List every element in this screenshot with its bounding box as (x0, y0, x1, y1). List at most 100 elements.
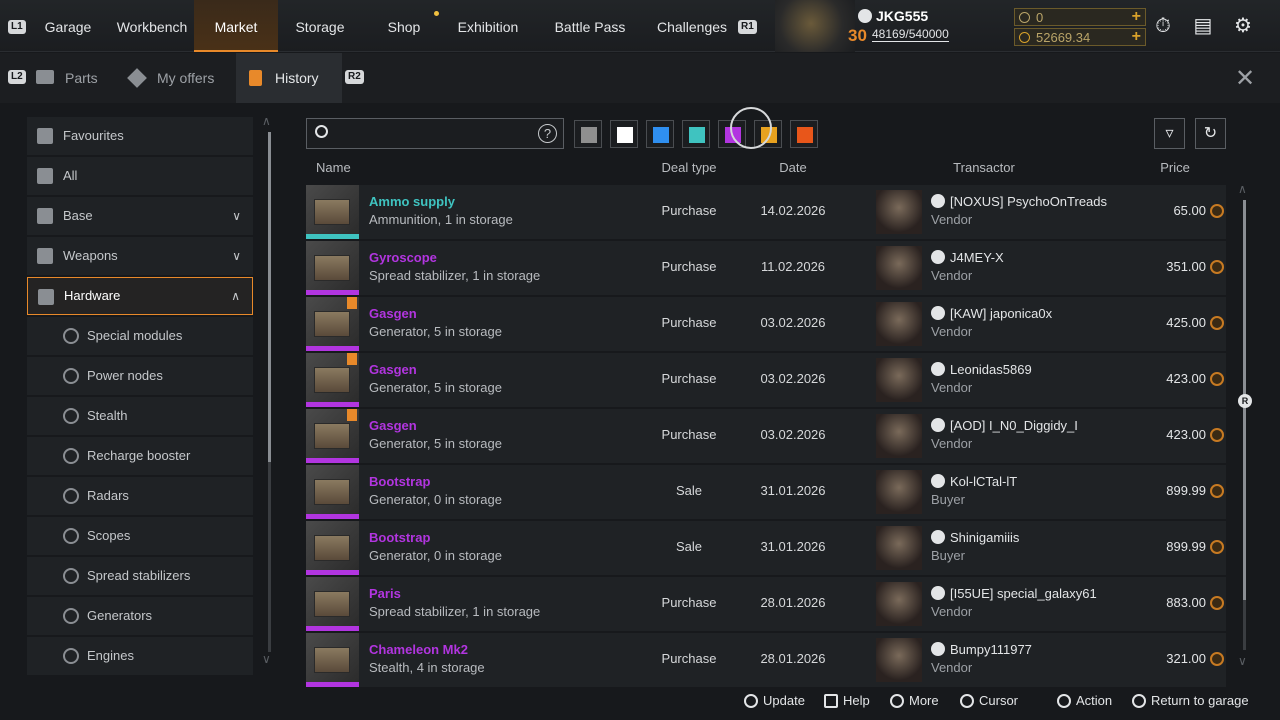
item-description: Spread stabilizer, 1 in storage (369, 604, 541, 619)
deal-date: 03.02.2026 (760, 315, 826, 330)
filter-reset-button[interactable]: ▿ (1154, 118, 1185, 149)
transactor-avatar (876, 414, 922, 458)
refresh-button[interactable]: ↻ (1195, 118, 1226, 149)
sidebar-item-generators[interactable]: Generators (27, 597, 253, 635)
item-image (314, 255, 350, 281)
table-row[interactable]: Bootstrap Generator, 0 in storage Sale 31.0… (306, 521, 1226, 575)
column-transactor[interactable]: Transactor (934, 160, 1034, 182)
tab-parts[interactable]: Parts (30, 53, 110, 103)
table-row[interactable]: Bootstrap Generator, 0 in storage Sale 31.0… (306, 465, 1226, 519)
add-currency-icon[interactable]: + (1132, 8, 1141, 25)
footer-help[interactable]: Help (824, 690, 870, 712)
nav-exhibition[interactable]: Exhibition (450, 0, 526, 52)
sidebar-item-scopes[interactable]: Scopes (27, 517, 253, 555)
cabin-icon (37, 208, 53, 224)
table-row[interactable]: Ammo supply Ammunition, 1 in storage Purch… (306, 185, 1226, 239)
triangle-icon (890, 694, 904, 708)
rarity-filter-white[interactable] (610, 120, 638, 148)
table-row[interactable]: Gasgen Generator, 5 in storage Purchase 03.… (306, 297, 1226, 351)
sidebar-item-all[interactable]: All (27, 157, 253, 195)
deal-price: 899.99 (1166, 539, 1206, 554)
nav-market[interactable]: Market (194, 0, 278, 52)
sidebar-scroll-thumb[interactable] (268, 132, 271, 462)
scope-icon (63, 528, 79, 544)
footer-action[interactable]: Action (1057, 690, 1112, 712)
column-name[interactable]: Name (316, 160, 351, 182)
tab-my-offers[interactable]: My offers (120, 53, 230, 103)
sidebar-item-recharge-booster[interactable]: Recharge booster (27, 437, 253, 475)
coin-icon (1210, 540, 1224, 554)
nav-shop[interactable]: Shop (378, 0, 430, 52)
table-scrollbar[interactable] (1243, 200, 1246, 650)
footer-cursor[interactable]: Cursor (960, 690, 1018, 712)
sidebar-item-special-modules[interactable]: Special modules (27, 317, 253, 355)
tab-history[interactable]: History (236, 53, 342, 103)
nav-challenges[interactable]: Challenges (652, 0, 732, 52)
rarity-filter-common[interactable] (574, 120, 602, 148)
scroll-up-icon[interactable]: ∧ (262, 114, 271, 128)
sidebar-item-base[interactable]: Base ∨ (27, 197, 253, 235)
table-row[interactable]: Chameleon Mk2 Stealth, 4 in storage Purcha… (306, 633, 1226, 687)
transactor-role: Vendor (931, 436, 973, 451)
currency-coins[interactable]: 52669.34 + (1014, 28, 1146, 46)
footer-update[interactable]: Update (744, 690, 805, 712)
nav-storage[interactable]: Storage (284, 0, 356, 52)
help-icon[interactable]: ? (538, 124, 557, 143)
column-deal-type[interactable]: Deal type (639, 160, 739, 182)
close-icon[interactable]: ✕ (1235, 64, 1255, 93)
transactor-name-row: Bumpy111977 (931, 642, 1032, 657)
nav-workbench[interactable]: Workbench (108, 0, 196, 52)
sidebar-item-weapons[interactable]: Weapons ∨ (27, 237, 253, 275)
rarity-filter-teal[interactable] (682, 120, 710, 148)
sidebar-item-radars[interactable]: Radars (27, 477, 253, 515)
search-input[interactable]: ? (306, 118, 564, 149)
transactor-name-row: Kol-lCTal-lT (931, 474, 1017, 489)
touchpad-icon (744, 694, 758, 708)
item-name: Gasgen (369, 306, 417, 321)
item-image (314, 647, 350, 673)
transactor-name-row: J4MEY-X (931, 250, 1004, 265)
player-xp: 48169/540000 (872, 27, 949, 42)
sidebar-item-engines[interactable]: Engines (27, 637, 253, 675)
rarity-filter-blue[interactable] (646, 120, 674, 148)
rarity-filter-red[interactable] (790, 120, 818, 148)
sidebar-item-label: Base (63, 208, 93, 223)
column-date[interactable]: Date (743, 160, 843, 182)
sidebar-item-hardware[interactable]: Hardware ∧ (27, 277, 253, 315)
sidebar-scrollbar[interactable] (268, 132, 271, 652)
transactor-name: Kol-lCTal-lT (950, 474, 1018, 489)
deal-price: 423.00 (1166, 427, 1206, 442)
sidebar-item-stealth[interactable]: Stealth (27, 397, 253, 435)
deal-price: 423.00 (1166, 371, 1206, 386)
sidebar-item-spread-stabilizers[interactable]: Spread stabilizers (27, 557, 253, 595)
add-currency-icon[interactable]: + (1132, 28, 1141, 45)
table-scroll-down-icon[interactable]: ∨ (1238, 654, 1247, 668)
item-thumbnail (306, 241, 359, 295)
footer-return-to-garage[interactable]: Return to garage (1132, 690, 1249, 712)
footer-more[interactable]: More (890, 690, 939, 712)
profile-avatar[interactable] (775, 0, 855, 52)
booster-icon (63, 448, 79, 464)
rarity-swatch (797, 127, 813, 143)
sidebar-item-power-nodes[interactable]: Power nodes (27, 357, 253, 395)
speedometer-icon[interactable]: ⏱ (1151, 14, 1175, 38)
nav-battle-pass[interactable]: Battle Pass (548, 0, 632, 52)
coin-icon (1210, 372, 1224, 386)
chat-icon[interactable]: ▤ (1191, 14, 1215, 38)
deal-price: 425.00 (1166, 315, 1206, 330)
table-row[interactable]: Gasgen Generator, 5 in storage Purchase 03.… (306, 353, 1226, 407)
sidebar-item-favourites[interactable]: Favourites (27, 117, 253, 155)
scroll-down-icon[interactable]: ∨ (262, 652, 271, 666)
transactor-name: J4MEY-X (950, 250, 1004, 265)
gear-icon[interactable]: ⚙ (1231, 14, 1255, 38)
table-scroll-up-icon[interactable]: ∧ (1238, 182, 1247, 196)
table-row[interactable]: Gyroscope Spread stabilizer, 1 in storage… (306, 241, 1226, 295)
nav-garage[interactable]: Garage (36, 0, 100, 52)
table-row[interactable]: Gasgen Generator, 5 in storage Purchase 03.… (306, 409, 1226, 463)
table-row[interactable]: Paris Spread stabilizer, 1 in storage Purc… (306, 577, 1226, 631)
column-price[interactable]: Price (1140, 160, 1210, 182)
refresh-icon: ↻ (1203, 125, 1218, 142)
generator-icon (63, 608, 79, 624)
currency-badges[interactable]: 0 + (1014, 8, 1146, 26)
rarity-swatch (689, 127, 705, 143)
